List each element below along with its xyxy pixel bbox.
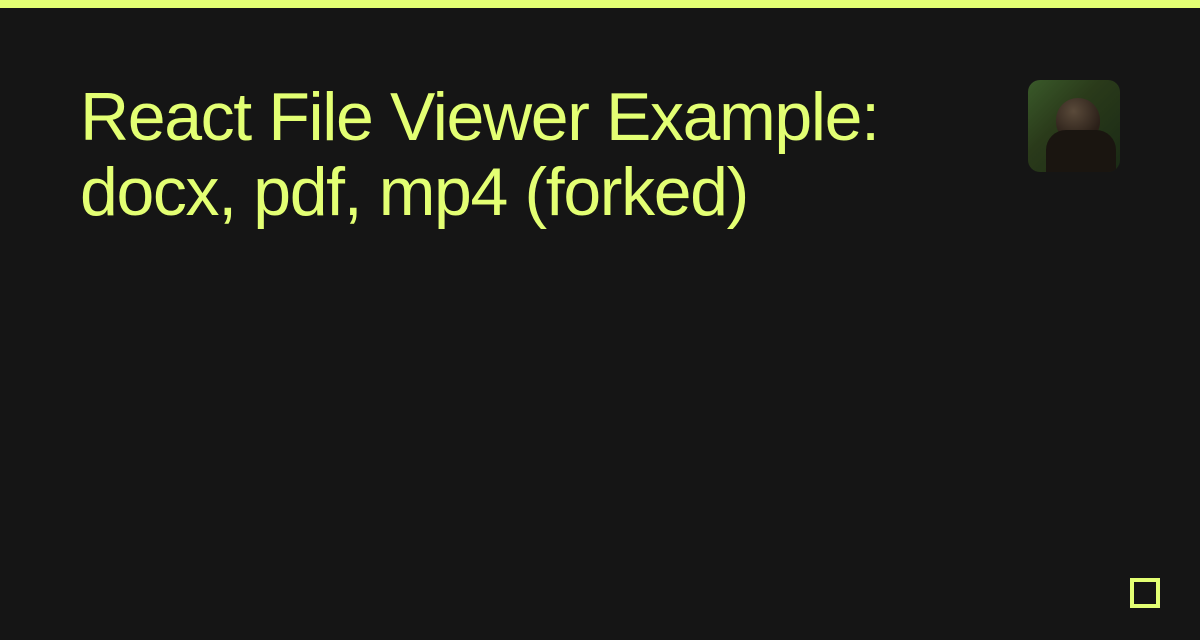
user-avatar[interactable]: [1028, 80, 1120, 172]
square-icon: [1130, 578, 1160, 608]
page-title: React File Viewer Example: docx, pdf, mp…: [80, 80, 900, 230]
main-content: React File Viewer Example: docx, pdf, mp…: [0, 8, 1200, 230]
accent-top-bar: [0, 0, 1200, 8]
